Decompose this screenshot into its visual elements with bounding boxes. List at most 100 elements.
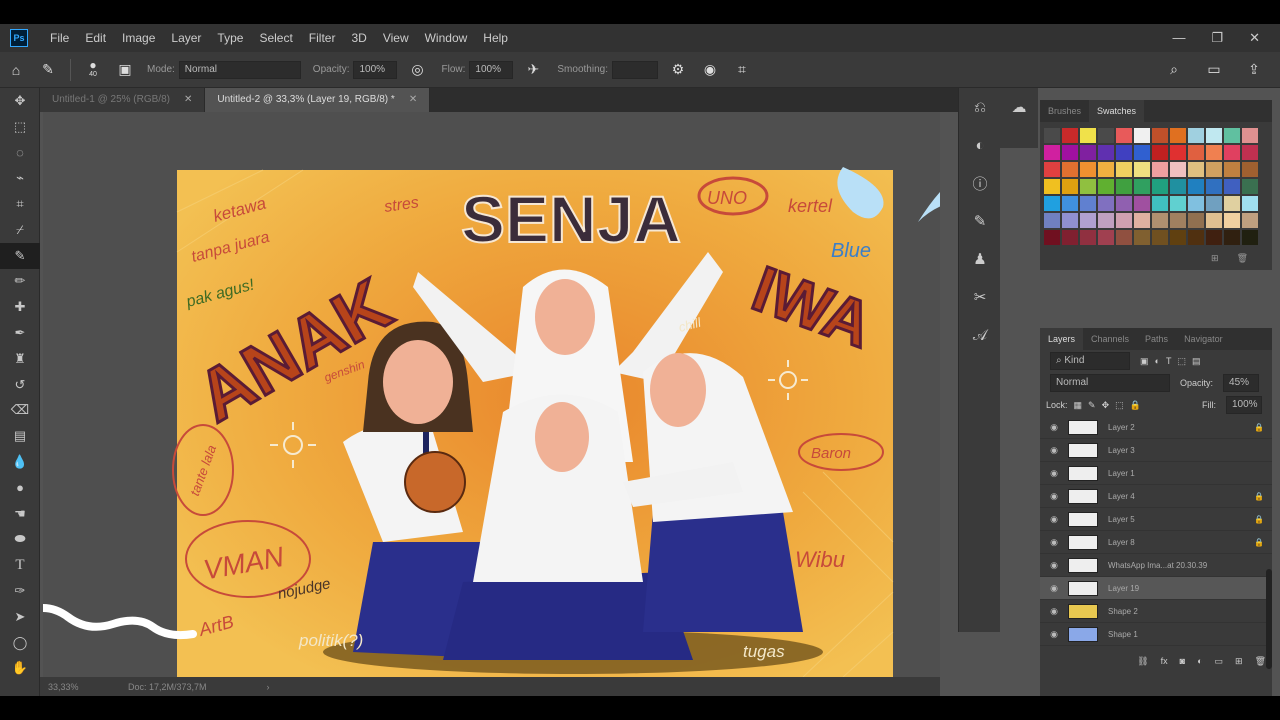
color-swatch[interactable] bbox=[1062, 196, 1078, 211]
color-swatch[interactable] bbox=[1062, 213, 1078, 228]
color-swatch[interactable] bbox=[1206, 230, 1222, 245]
lock-all-icon[interactable]: 🔒 bbox=[1130, 400, 1141, 411]
airbrush-icon[interactable]: ✈ bbox=[522, 59, 544, 81]
share-icon[interactable]: ⇪ bbox=[1243, 59, 1265, 81]
pressure-size-icon[interactable]: ◉ bbox=[699, 59, 721, 81]
close-tab-icon[interactable]: ✕ bbox=[184, 94, 192, 105]
color-swatch[interactable] bbox=[1134, 145, 1150, 160]
move-tool-icon[interactable]: ✥ bbox=[0, 88, 40, 114]
color-swatch[interactable] bbox=[1206, 213, 1222, 228]
color-swatch[interactable] bbox=[1044, 196, 1060, 211]
color-swatch[interactable] bbox=[1206, 162, 1222, 177]
glyphs-icon[interactable]: 𝒜 bbox=[959, 316, 1001, 354]
smoothing-field[interactable] bbox=[611, 60, 658, 79]
menu-select[interactable]: Select bbox=[251, 31, 300, 45]
menu-file[interactable]: File bbox=[42, 31, 77, 45]
color-swatch[interactable] bbox=[1080, 128, 1096, 143]
color-swatch[interactable] bbox=[1080, 162, 1096, 177]
marquee-tool-icon[interactable]: ⬚ bbox=[0, 114, 40, 140]
color-swatch[interactable] bbox=[1188, 145, 1204, 160]
workspace-icon[interactable]: ▭ bbox=[1203, 59, 1225, 81]
eye-icon[interactable]: ◉ bbox=[1040, 468, 1068, 479]
layer-row[interactable]: ◉ Layer 2 🔒 bbox=[1040, 416, 1272, 439]
color-swatch[interactable] bbox=[1116, 162, 1132, 177]
color-swatch[interactable] bbox=[1080, 179, 1096, 194]
color-swatch[interactable] bbox=[1224, 196, 1240, 211]
gear-icon[interactable]: ⚙ bbox=[667, 59, 689, 81]
layer-opacity-field[interactable]: 45% bbox=[1223, 374, 1260, 392]
color-swatch[interactable] bbox=[1134, 162, 1150, 177]
color-swatch[interactable] bbox=[1152, 162, 1168, 177]
fill-field[interactable]: 100% bbox=[1226, 396, 1262, 414]
menu-image[interactable]: Image bbox=[114, 31, 163, 45]
color-swatch[interactable] bbox=[1170, 179, 1186, 194]
eye-icon[interactable]: ◉ bbox=[1040, 629, 1068, 640]
layer-row[interactable]: ◉ Layer 3 bbox=[1040, 439, 1272, 462]
eye-icon[interactable]: ◉ bbox=[1040, 514, 1068, 525]
color-swatch[interactable] bbox=[1044, 128, 1060, 143]
pen-tool-icon[interactable]: ✑ bbox=[0, 578, 40, 604]
color-swatch[interactable] bbox=[1224, 213, 1240, 228]
tab-channels[interactable]: Channels bbox=[1083, 328, 1137, 350]
close-button[interactable]: ✕ bbox=[1249, 30, 1260, 46]
path-select-tool-icon[interactable]: ➤ bbox=[0, 604, 40, 630]
color-swatch[interactable] bbox=[1098, 230, 1114, 245]
brush-tool-icon[interactable]: ✎ bbox=[37, 59, 59, 81]
color-swatch[interactable] bbox=[1170, 145, 1186, 160]
color-swatch[interactable] bbox=[1206, 145, 1222, 160]
layer-row[interactable]: ◉ Layer 8 🔒 bbox=[1040, 531, 1272, 554]
eye-icon[interactable]: ◉ bbox=[1040, 445, 1068, 456]
color-swatch[interactable] bbox=[1170, 196, 1186, 211]
color-swatch[interactable] bbox=[1080, 196, 1096, 211]
menu-filter[interactable]: Filter bbox=[301, 31, 344, 45]
lock-position-icon[interactable]: ✥ bbox=[1102, 400, 1110, 411]
filter-shape-icon[interactable]: ⬚ bbox=[1177, 356, 1186, 367]
color-swatch[interactable] bbox=[1188, 196, 1204, 211]
color-swatch[interactable] bbox=[1080, 213, 1096, 228]
layer-row[interactable]: ◉ Layer 19 bbox=[1040, 577, 1272, 600]
layer-row[interactable]: ◉ Shape 1 bbox=[1040, 623, 1272, 646]
menu-view[interactable]: View bbox=[375, 31, 417, 45]
color-swatch[interactable] bbox=[1188, 230, 1204, 245]
pencil-tool-icon[interactable]: ✏ bbox=[0, 269, 40, 295]
color-swatch[interactable] bbox=[1152, 213, 1168, 228]
color-swatch[interactable] bbox=[1134, 196, 1150, 211]
color-swatch[interactable] bbox=[1116, 179, 1132, 194]
color-swatch[interactable] bbox=[1098, 162, 1114, 177]
restore-button[interactable]: ❐ bbox=[1211, 30, 1223, 46]
healing-tool-icon[interactable]: ✚ bbox=[0, 294, 40, 320]
symmetry-icon[interactable]: ⌗ bbox=[731, 59, 753, 81]
canvas-area[interactable]: SENJA ANAK IWA ketawa tanpa juara pak ag… bbox=[43, 112, 940, 677]
color-swatch[interactable] bbox=[1170, 162, 1186, 177]
new-swatch-icon[interactable]: ⊞ bbox=[1211, 253, 1219, 264]
color-swatch[interactable] bbox=[1098, 145, 1114, 160]
color-swatch[interactable] bbox=[1188, 179, 1204, 194]
blend-mode-select[interactable]: Normal bbox=[1050, 374, 1170, 392]
menu-window[interactable]: Window bbox=[417, 31, 476, 45]
stamp-tool-icon[interactable]: ♜ bbox=[0, 346, 40, 372]
color-swatch[interactable] bbox=[1224, 162, 1240, 177]
color-swatch[interactable] bbox=[1152, 145, 1168, 160]
color-swatch[interactable] bbox=[1170, 213, 1186, 228]
color-swatch[interactable] bbox=[1224, 230, 1240, 245]
home-icon[interactable]: ⌂ bbox=[5, 59, 27, 81]
color-swatch[interactable] bbox=[1242, 145, 1258, 160]
smudge-tool-icon[interactable]: ☚ bbox=[0, 501, 40, 527]
lock-pixels-icon[interactable]: ✎ bbox=[1088, 400, 1096, 411]
color-swatch[interactable] bbox=[1188, 162, 1204, 177]
search-icon[interactable]: ⌕ bbox=[1163, 59, 1185, 81]
layer-row[interactable]: ◉ Layer 4 🔒 bbox=[1040, 485, 1272, 508]
new-layer-icon[interactable]: ⊞ bbox=[1235, 656, 1243, 667]
flow-field[interactable]: 100% bbox=[469, 60, 514, 79]
tab-brushes[interactable]: Brushes bbox=[1040, 100, 1089, 122]
menu-type[interactable]: Type bbox=[209, 31, 251, 45]
status-arrow-icon[interactable]: › bbox=[267, 682, 270, 692]
minimize-button[interactable]: — bbox=[1172, 30, 1185, 46]
eyedropper-tool-icon[interactable]: ⌿ bbox=[0, 217, 40, 243]
brush-preset-picker[interactable]: ● 40 bbox=[82, 59, 104, 81]
fx-icon[interactable]: fx bbox=[1161, 656, 1168, 666]
dodge-tool-icon[interactable]: ● bbox=[0, 475, 40, 501]
history-icon[interactable]: ⎌ bbox=[959, 88, 1001, 126]
color-swatch[interactable] bbox=[1134, 213, 1150, 228]
filter-pixel-icon[interactable]: ▣ bbox=[1140, 356, 1149, 367]
